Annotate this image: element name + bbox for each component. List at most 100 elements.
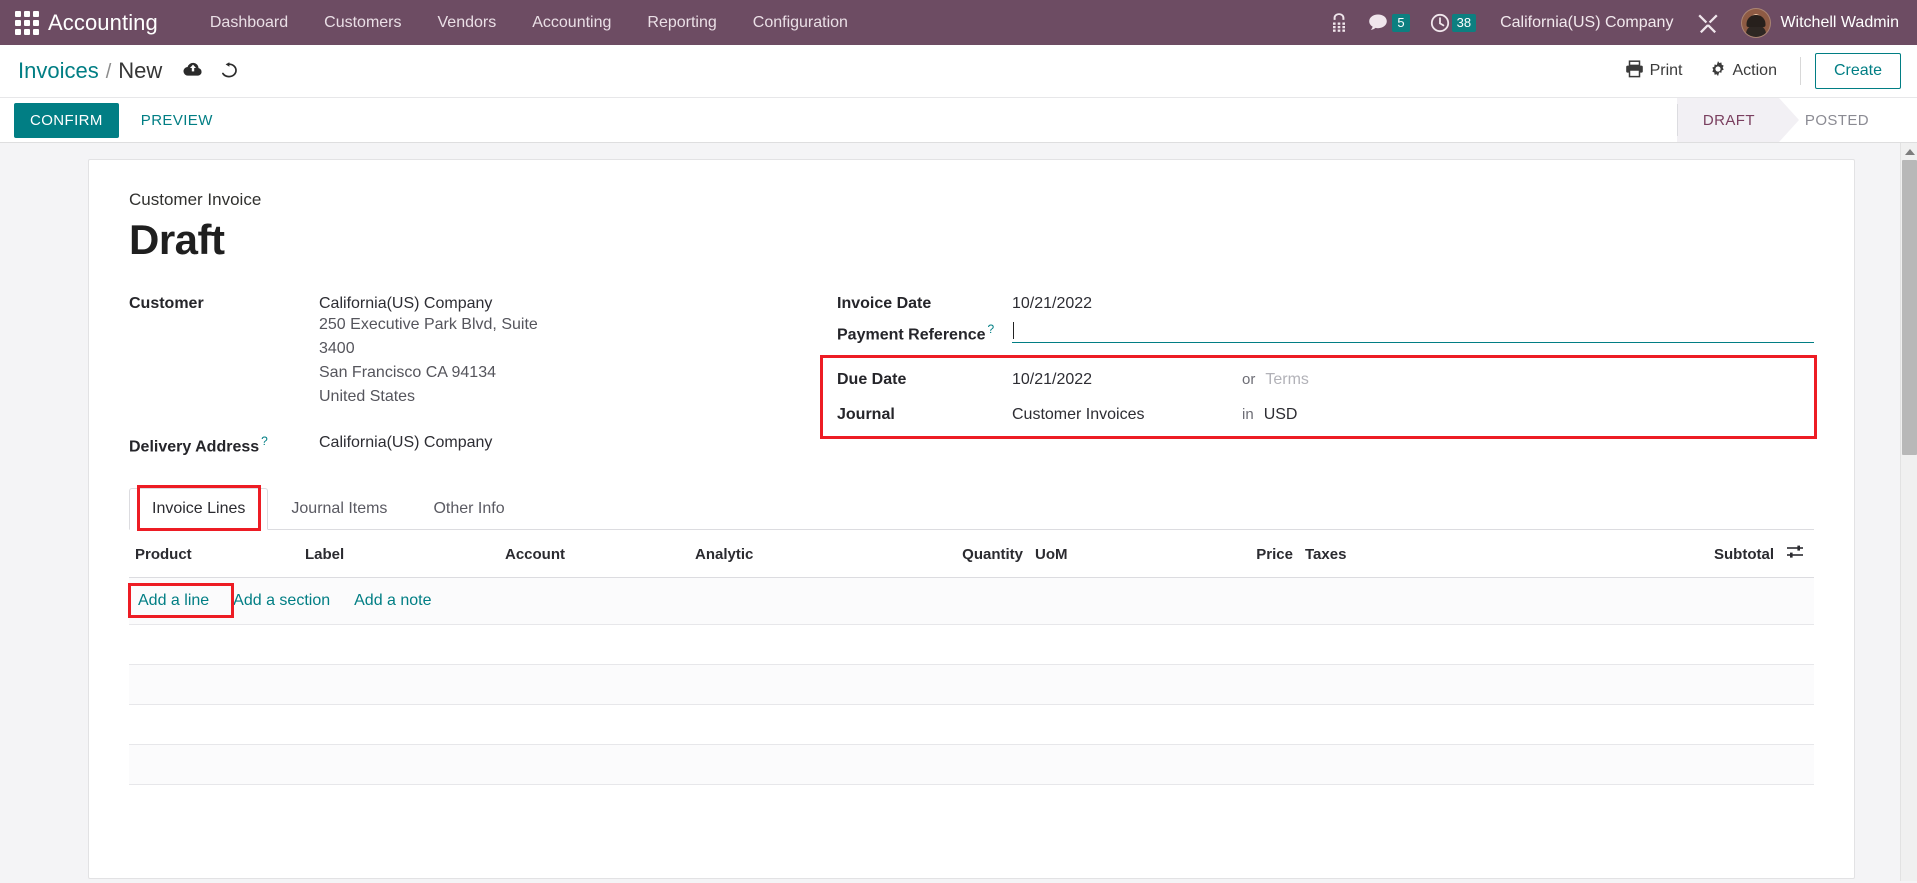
- user-avatar: [1741, 7, 1772, 38]
- print-button[interactable]: Print: [1612, 54, 1696, 89]
- add-a-note-button[interactable]: Add a note: [351, 590, 434, 612]
- field-journal: Journal Customer Invoices in USD: [837, 403, 1806, 424]
- tools-icon[interactable]: [1687, 0, 1729, 45]
- customer-address-line-3: San Francisco CA 94134: [319, 364, 496, 381]
- main-menu: Dashboard Customers Vendors Accounting R…: [192, 2, 866, 44]
- document-type-label: Customer Invoice: [129, 190, 262, 209]
- customer-address-line-2: 3400: [319, 340, 355, 357]
- customer-address-line-4: United States: [319, 388, 416, 405]
- invoice-date-label: Invoice Date: [837, 295, 932, 312]
- add-a-section-button[interactable]: Add a section: [230, 590, 333, 612]
- create-button[interactable]: Create: [1814, 53, 1901, 89]
- action-button[interactable]: Action: [1696, 54, 1790, 89]
- undo-icon[interactable]: [219, 61, 239, 79]
- col-uom[interactable]: UoM: [1029, 530, 1209, 579]
- confirm-button[interactable]: CONFIRM: [14, 102, 119, 138]
- add-a-line-button[interactable]: Add a line: [135, 590, 212, 612]
- messages-count-badge: 5: [1392, 13, 1410, 32]
- page-title: Draft: [129, 216, 225, 263]
- top-navbar: Accounting Dashboard Customers Vendors A…: [0, 0, 1917, 45]
- scroll-up-arrow-icon[interactable]: [1901, 143, 1917, 160]
- col-subtotal[interactable]: Subtotal: [1489, 530, 1780, 579]
- username-label: Witchell Wadmin: [1780, 13, 1899, 31]
- text-cursor: [1013, 322, 1014, 339]
- vertical-scrollbar[interactable]: [1900, 143, 1917, 881]
- col-product[interactable]: Product: [129, 530, 299, 579]
- scrollbar-thumb[interactable]: [1902, 160, 1917, 455]
- tab-other-info[interactable]: Other Info: [410, 488, 527, 530]
- app-brand-accounting[interactable]: Accounting: [48, 10, 158, 36]
- invoice-date-value[interactable]: 10/21/2022: [1012, 292, 1092, 313]
- menu-accounting[interactable]: Accounting: [514, 2, 629, 44]
- table-header-row: Product Label Account Analytic Quantity …: [129, 530, 1814, 579]
- currency-value[interactable]: USD: [1264, 403, 1298, 424]
- delivery-address-label: Delivery Address?: [129, 434, 268, 456]
- col-taxes[interactable]: Taxes: [1299, 530, 1489, 579]
- col-account[interactable]: Account: [499, 530, 689, 579]
- customer-address-line-1: 250 Executive Park Blvd, Suite: [319, 316, 538, 333]
- due-date-journal-highlight: Due Date 10/21/2022 or Terms Journal Cus…: [820, 355, 1817, 440]
- field-invoice-date: Invoice Date 10/21/2022: [837, 292, 1814, 313]
- statusbar-stages: DRAFT POSTED: [1676, 98, 1893, 142]
- due-date-value[interactable]: 10/21/2022: [1012, 368, 1242, 389]
- field-customer: Customer California(US) Company 250 Exec…: [129, 292, 749, 409]
- customer-value[interactable]: California(US) Company: [319, 292, 538, 313]
- empty-row: [129, 624, 1814, 666]
- col-label[interactable]: Label: [299, 530, 499, 579]
- payment-reference-help-icon[interactable]: ?: [988, 322, 995, 336]
- form-fields: Customer California(US) Company 250 Exec…: [129, 292, 1817, 462]
- journal-label: Journal: [837, 406, 895, 424]
- apps-grid-icon[interactable]: [14, 10, 40, 36]
- payment-reference-label: Payment Reference?: [837, 322, 995, 344]
- delivery-address-help-icon[interactable]: ?: [261, 434, 268, 448]
- menu-vendors[interactable]: Vendors: [420, 2, 515, 44]
- journal-value[interactable]: Customer Invoices: [1012, 403, 1242, 424]
- payment-terms-input[interactable]: Terms: [1265, 368, 1309, 389]
- stage-posted[interactable]: POSTED: [1779, 98, 1893, 142]
- form-column-right: Invoice Date 10/21/2022 Payment Referenc…: [749, 292, 1817, 462]
- messages-menu[interactable]: 5: [1358, 0, 1419, 45]
- breadcrumb-separator: /: [105, 61, 112, 83]
- column-options-icon[interactable]: [1780, 530, 1814, 579]
- empty-row: [129, 664, 1814, 706]
- tab-journal-items[interactable]: Journal Items: [268, 488, 410, 530]
- add-line-links: Add a line Add a section Add a note: [128, 583, 1808, 619]
- invoice-lines-table: Product Label Account Analytic Quantity …: [128, 530, 1814, 786]
- control-panel: Invoices / New Print Action Create: [0, 45, 1917, 98]
- col-price[interactable]: Price: [1209, 530, 1299, 579]
- company-switcher[interactable]: California(US) Company: [1486, 14, 1687, 32]
- add-line-row: Add a line Add a section Add a note: [128, 577, 1814, 626]
- tab-invoice-lines[interactable]: Invoice Lines: [129, 488, 269, 531]
- form-column-left: Customer California(US) Company 250 Exec…: [129, 292, 749, 462]
- menu-customers[interactable]: Customers: [306, 2, 419, 44]
- field-payment-reference: Payment Reference?: [837, 319, 1814, 344]
- invoice-form-sheet: Customer Invoice Draft Customer Californ…: [88, 159, 1855, 879]
- form-notebook-tabs: Invoice Lines Journal Items Other Info: [129, 485, 1814, 532]
- user-menu[interactable]: Witchell Wadmin: [1729, 7, 1907, 38]
- chat-bubble-icon: [1369, 14, 1388, 30]
- activities-count-badge: 38: [1451, 13, 1477, 32]
- phone-keypad-icon[interactable]: [1320, 0, 1358, 45]
- activities-menu[interactable]: 38: [1420, 0, 1486, 45]
- menu-dashboard[interactable]: Dashboard: [192, 2, 306, 44]
- col-quantity[interactable]: Quantity: [919, 530, 1029, 579]
- field-due-date: Due Date 10/21/2022 or Terms: [837, 368, 1806, 389]
- preview-button[interactable]: PREVIEW: [127, 103, 227, 138]
- delivery-address-value[interactable]: California(US) Company: [319, 431, 492, 452]
- menu-reporting[interactable]: Reporting: [629, 2, 734, 44]
- stage-draft[interactable]: DRAFT: [1676, 98, 1799, 142]
- empty-row: [129, 744, 1814, 786]
- toolbar-divider: [1799, 57, 1801, 85]
- cloud-upload-icon[interactable]: [183, 61, 203, 78]
- printer-icon: [1625, 59, 1644, 83]
- payment-reference-input[interactable]: [1012, 319, 1814, 343]
- due-date-label: Due Date: [837, 371, 907, 389]
- menu-configuration[interactable]: Configuration: [735, 2, 866, 44]
- field-delivery-address: Delivery Address? California(US) Company: [129, 431, 749, 456]
- invoice-lines-body: Add a line Add a section Add a note: [128, 577, 1814, 786]
- clock-icon: [1430, 13, 1449, 32]
- action-label: Action: [1732, 62, 1777, 79]
- breadcrumb-invoices[interactable]: Invoices: [18, 58, 99, 84]
- print-label: Print: [1649, 62, 1683, 79]
- col-analytic[interactable]: Analytic: [689, 530, 919, 579]
